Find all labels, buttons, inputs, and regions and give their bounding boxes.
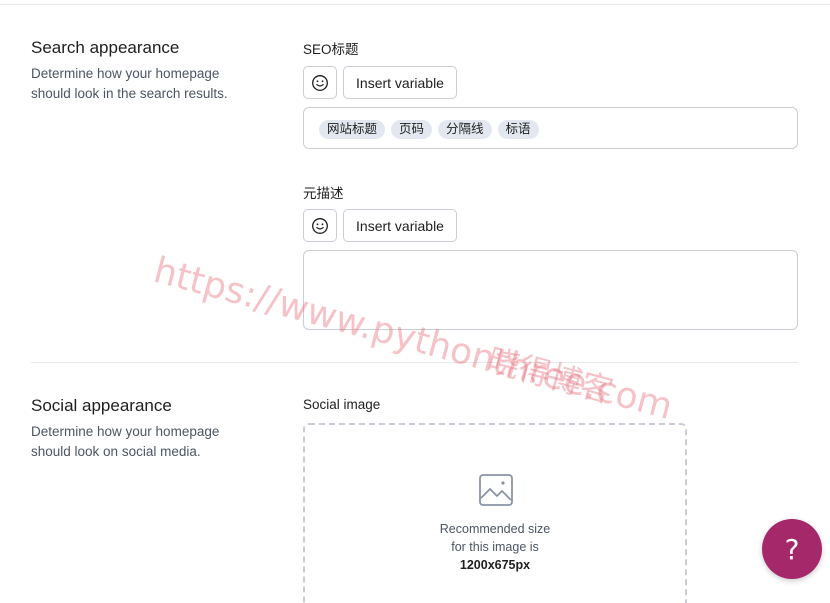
seo-title-label: SEO标题 [303,42,359,57]
meta-description-emoji-button[interactable] [303,209,337,242]
section-divider [31,362,798,363]
meta-description-label: 元描述 [303,186,344,201]
variable-chip-site-title[interactable]: 网站标题 [319,120,386,139]
watermark-brand: 晓得博客 [483,340,618,411]
social-image-recommended-size: 1200x675px [459,558,531,572]
search-appearance-title: Search appearance [31,38,180,57]
settings-page: Search appearance Determine how your hom… [0,0,830,603]
seo-title-variable-chips: 网站标题 页码 分隔线 标语 [319,120,539,139]
social-image-hint-line2: for this image is [451,540,539,554]
variable-chip-page-number[interactable]: 页码 [391,120,433,139]
seo-title-emoji-button[interactable] [303,66,337,99]
social-image-hint: Recommended size for this image is 1200x… [305,520,685,574]
image-placeholder-icon [479,474,513,506]
social-image-hint-line1: Recommended size [439,522,551,536]
help-button[interactable]: ? [762,519,822,579]
search-appearance-description: Determine how your homepage should look … [31,66,228,101]
meta-description-insert-variable-button[interactable]: Insert variable [343,209,457,242]
social-image-upload-area[interactable]: Recommended size for this image is 1200x… [303,423,687,603]
smiley-icon [312,74,328,91]
top-divider [0,4,830,5]
social-image-label: Social image [303,397,381,412]
seo-title-insert-variable-button[interactable]: Insert variable [343,66,457,99]
seo-title-input[interactable]: 网站标题 页码 分隔线 标语 [303,107,798,149]
social-appearance-title: Social appearance [31,396,172,415]
variable-chip-tagline[interactable]: 标语 [497,120,539,139]
social-appearance-description: Determine how your homepage should look … [31,424,220,459]
smiley-icon [312,217,328,234]
meta-description-textarea[interactable] [303,250,798,330]
variable-chip-separator[interactable]: 分隔线 [438,120,492,139]
